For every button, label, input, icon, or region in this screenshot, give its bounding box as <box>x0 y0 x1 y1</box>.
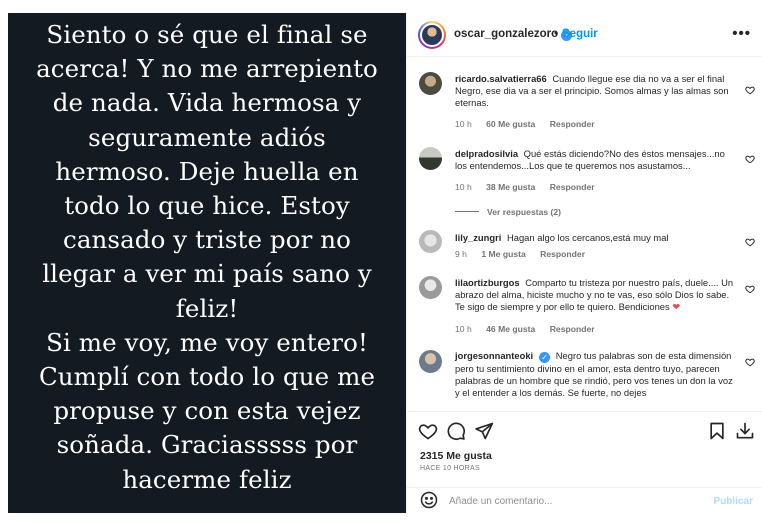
post-text-line: seguramente adiós <box>88 122 326 152</box>
post-text-line: hacerme feliz <box>122 464 292 494</box>
comment-time: 9 h <box>455 249 467 259</box>
post-text-line: acerca! Y no me arrepiento <box>36 54 378 84</box>
download-icon[interactable] <box>735 421 755 441</box>
reply-button[interactable]: Responder <box>550 324 595 334</box>
comment-text: jorgesonnanteoki ✓ Negro tus palabras son… <box>455 350 735 399</box>
comment-likes[interactable]: 46 Me gusta <box>486 324 535 334</box>
post-text-line: Siento o sé que el final se <box>46 20 368 49</box>
author-avatar[interactable] <box>418 21 446 49</box>
commenter-avatar[interactable] <box>419 350 442 373</box>
post-text-line: cansado y triste por no <box>63 225 351 255</box>
commenter-username[interactable]: ricardo.salvatierra66 <box>455 73 547 84</box>
post-side-panel: oscar_gonzalezoro ✓ • Seguir ••• ricardo.… <box>406 13 762 513</box>
post-image[interactable]: Siento o sé que el final se acerca! Y no… <box>8 13 406 513</box>
commenter-avatar[interactable] <box>419 72 442 95</box>
comment-meta: 10 h 46 Me gusta Responder <box>455 324 607 334</box>
like-heart-icon[interactable] <box>418 421 438 441</box>
post-text-line: feliz! <box>175 293 239 323</box>
publish-button[interactable]: Publicar <box>714 496 753 507</box>
comment-likes[interactable]: 1 Me gusta <box>481 249 525 259</box>
post-text-line: soñada. Graciasssss por <box>56 430 358 460</box>
commenter-avatar[interactable] <box>419 230 442 253</box>
likes-count[interactable]: 2315 Me gusta <box>420 450 492 462</box>
comment-likes[interactable]: 38 Me gusta <box>486 182 535 192</box>
commenter-avatar[interactable] <box>419 276 442 299</box>
view-replies-label: Ver respuestas (2) <box>487 207 562 217</box>
comment-time: 10 h <box>455 182 472 192</box>
comment-meta: 10 h 60 Me gusta Responder <box>455 119 607 129</box>
red-heart-emoji: ❤ <box>672 301 681 312</box>
post-text-line: propuse y con esta vejez <box>53 396 361 426</box>
like-comment-heart-icon[interactable] <box>745 85 755 95</box>
comment-meta: 10 h 38 Me gusta Responder <box>455 182 607 192</box>
post-text-line: Si me voy, me voy entero! <box>46 327 368 357</box>
comment-time: 10 h <box>455 119 472 129</box>
author-username-text: oscar_gonzalezoro <box>454 28 559 40</box>
verified-badge-icon: ✓ <box>539 352 551 363</box>
comment-text: delpradosilvia Qué estás diciendo?No des… <box>455 148 735 172</box>
comment-text: ricardo.salvatierra66 Cuando llegue ese … <box>455 73 735 109</box>
comment-body: Hagan algo los cercanos,está muy mal <box>506 232 669 243</box>
commenter-username[interactable]: delpradosilvia <box>455 148 518 159</box>
replies-divider <box>455 211 479 212</box>
post-text-line: llegar a ver mi país sano y <box>42 259 372 289</box>
like-comment-heart-icon[interactable] <box>745 237 755 247</box>
reply-button[interactable]: Responder <box>540 249 585 259</box>
reply-button[interactable]: Responder <box>550 182 595 192</box>
post-text-line: todo lo que hice. Estoy <box>64 191 350 221</box>
like-comment-heart-icon[interactable] <box>745 357 755 367</box>
post-header: oscar_gonzalezoro ✓ • Seguir ••• <box>407 13 762 57</box>
comment-text: lilaortizburgos Comparto tu tristeza por… <box>455 277 735 313</box>
post-timestamp: HACE 10 HORAS <box>420 465 480 472</box>
emoji-smiley-icon[interactable] <box>419 490 439 510</box>
add-comment-bar: Publicar <box>407 487 762 513</box>
view-replies-button[interactable]: Ver respuestas (2) <box>455 207 561 217</box>
like-comment-heart-icon[interactable] <box>745 284 755 294</box>
more-horizontal-icon[interactable]: ••• <box>732 25 751 42</box>
reply-button[interactable]: Responder <box>550 119 595 129</box>
share-send-icon[interactable] <box>474 421 494 441</box>
comment-bubble-icon[interactable] <box>446 421 466 441</box>
commenter-avatar[interactable] <box>419 147 442 170</box>
header-separator: • <box>554 26 559 40</box>
commenter-username[interactable]: lilaortizburgos <box>455 277 520 288</box>
commenter-username[interactable]: jorgesonnanteoki <box>455 350 533 361</box>
comment-input[interactable] <box>449 491 699 511</box>
save-bookmark-icon[interactable] <box>707 421 727 441</box>
comment-meta: 9 h 1 Me gusta Responder <box>455 249 597 259</box>
comments-list[interactable]: ricardo.salvatierra66 Cuando llegue ese … <box>407 58 762 411</box>
comment-likes[interactable]: 60 Me gusta <box>486 119 535 129</box>
follow-button[interactable]: Seguir <box>562 28 598 40</box>
commenter-username[interactable]: lily_zungri <box>455 232 501 243</box>
post-actions: 2315 Me gusta HACE 10 HORAS <box>407 411 762 487</box>
post-text-line: de nada. Vida hermosa y <box>52 88 362 118</box>
post-text-line: Cumplí con todo lo que me <box>38 362 376 392</box>
like-comment-heart-icon[interactable] <box>745 154 755 164</box>
comment-time: 10 h <box>455 324 472 334</box>
post-text-line: hermoso. Deje huella en <box>55 156 359 186</box>
comment-text: lily_zungri Hagan algo los cercanos,está… <box>455 232 735 244</box>
instagram-post-window: Siento o sé que el final se acerca! Y no… <box>0 0 762 522</box>
